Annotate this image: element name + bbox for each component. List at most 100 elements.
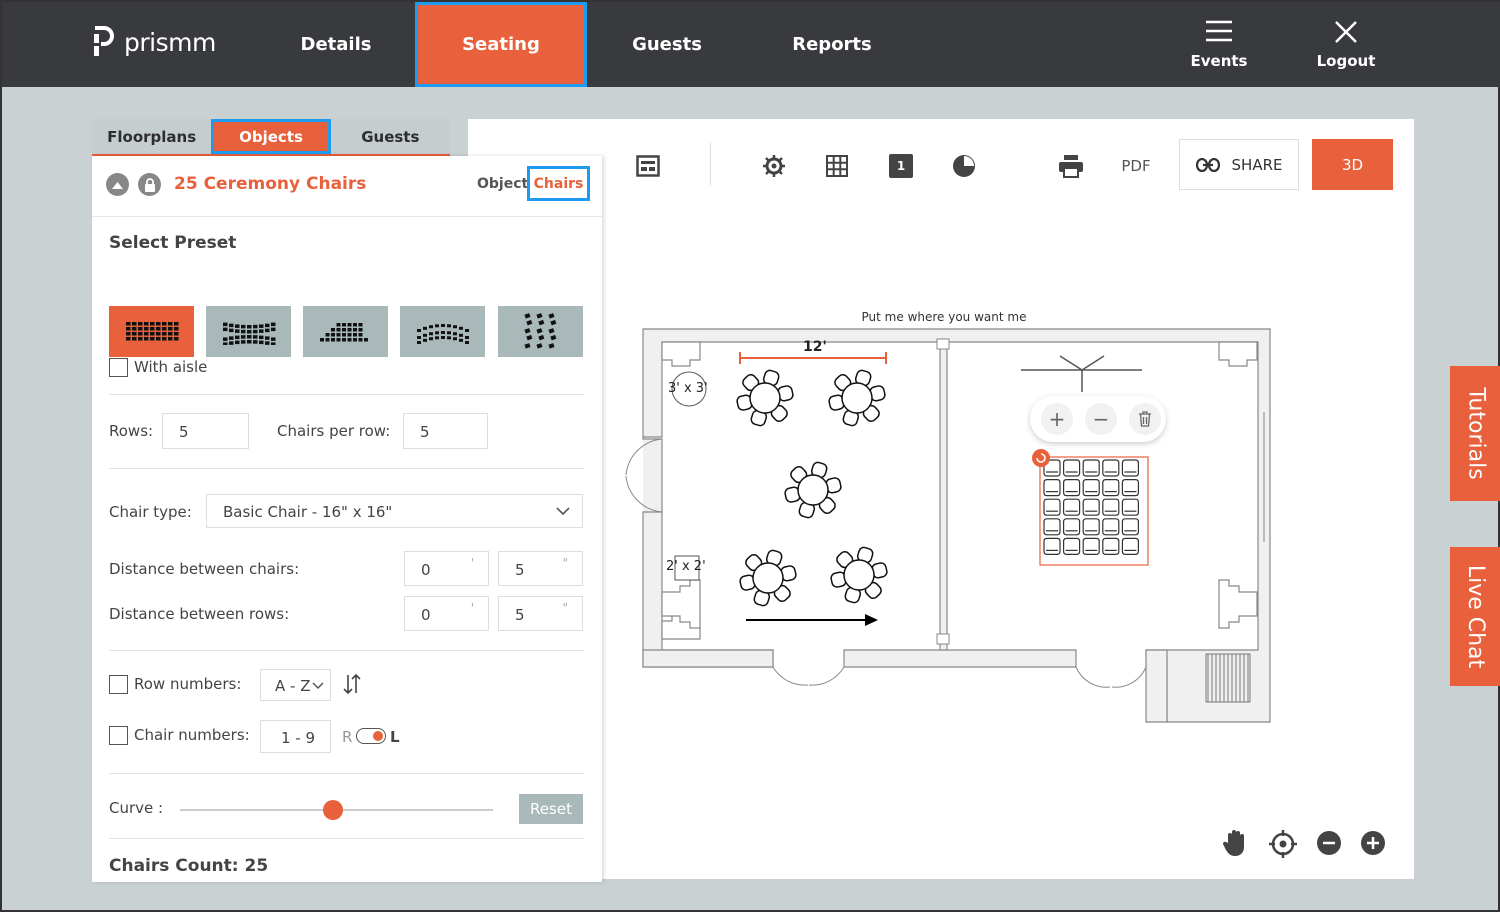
toggle-object[interactable]: Object xyxy=(477,176,528,192)
minus-button[interactable]: − xyxy=(1085,403,1117,435)
floorplan-canvas[interactable]: 1 PDF SHARE 3D Put me where you want me xyxy=(468,119,1414,879)
preset-curved-rows[interactable] xyxy=(206,306,291,357)
table-2x2-label: 2' x 2' xyxy=(666,559,706,574)
toggle-chairs[interactable]: Chairs xyxy=(527,166,590,201)
preset-straight-rows[interactable] xyxy=(109,306,194,357)
with-aisle-checkbox[interactable] xyxy=(109,358,128,377)
collapse-button[interactable] xyxy=(106,173,129,196)
distance-rows-inches-input[interactable]: 5 " xyxy=(498,596,583,631)
menu-icon xyxy=(1206,20,1232,42)
tab-objects[interactable]: Objects xyxy=(211,119,331,154)
nav-seating[interactable]: Seating xyxy=(415,2,587,87)
tab-floorplans[interactable]: Floorplans xyxy=(92,119,212,154)
crosshair-icon xyxy=(1269,830,1297,858)
table-3x3-label: 3' x 3' xyxy=(668,381,708,396)
row-numbers-checkbox[interactable] xyxy=(109,675,128,694)
preset-angled-rows[interactable] xyxy=(498,306,583,357)
live-chat-label: Live Chat xyxy=(1463,564,1489,669)
plus-button[interactable]: + xyxy=(1041,403,1073,435)
curved-rows-icon xyxy=(222,322,275,345)
app-logo[interactable]: prismm xyxy=(92,26,216,58)
close-icon xyxy=(1335,21,1357,43)
trash-icon xyxy=(1139,411,1151,427)
hand-icon xyxy=(1222,830,1244,856)
tutorials-tab[interactable]: Tutorials xyxy=(1450,366,1500,501)
distance-chairs-feet-value: 0 xyxy=(421,561,431,579)
divider xyxy=(109,838,584,839)
pan-button[interactable] xyxy=(1222,829,1250,857)
chair-type-label: Chair type: xyxy=(109,503,192,521)
distance-rows-inches-value: 5 xyxy=(515,606,525,624)
nav-guests[interactable]: Guests xyxy=(602,2,732,87)
curve-slider-thumb[interactable] xyxy=(323,800,344,820)
toggle-knob xyxy=(373,731,383,741)
tab-guests[interactable]: Guests xyxy=(330,119,450,154)
object-settings-card: 25 Ceremony Chairs Object Chairs Select … xyxy=(92,156,602,882)
rows-label: Rows: xyxy=(109,422,154,440)
chair-numbers-range[interactable]: 1 - 9 xyxy=(260,720,331,753)
distance-chairs-inches-value: 5 xyxy=(515,561,525,579)
chevron-up-icon xyxy=(112,181,123,189)
inch-unit-mark: " xyxy=(562,556,568,570)
tutorials-label: Tutorials xyxy=(1463,387,1489,480)
left-panel: Floorplans Objects Guests 25 Ceremony Ch… xyxy=(92,119,602,882)
select-preset-heading: Select Preset xyxy=(109,233,237,253)
zoom-out-button[interactable] xyxy=(1316,830,1342,856)
row-numbers-value: A - Z xyxy=(275,677,311,695)
logout-label: Logout xyxy=(1316,52,1376,70)
sort-order-button[interactable] xyxy=(342,673,362,697)
top-navigation-bar: prismm Details Seating Guests Reports Ev… xyxy=(2,2,1500,87)
chevron-down-icon xyxy=(312,682,324,690)
with-aisle-label: With aisle xyxy=(134,358,208,376)
arc-rows-icon xyxy=(416,323,469,344)
chair-type-value: Basic Chair - 16" x 16" xyxy=(223,503,393,521)
divider xyxy=(109,468,584,469)
lock-button[interactable] xyxy=(138,173,161,196)
distance-chairs-label: Distance between chairs: xyxy=(109,560,300,578)
zoom-in-button[interactable] xyxy=(1360,830,1386,856)
pyramid-rows-icon xyxy=(319,322,368,341)
logout-button[interactable]: Logout xyxy=(1312,20,1380,70)
object-controls: + − xyxy=(1030,396,1166,442)
distance-rows-feet-input[interactable]: 0 ' xyxy=(404,596,489,631)
events-button[interactable]: Events xyxy=(1187,20,1251,70)
direction-l-label: L xyxy=(390,728,400,746)
distance-chairs-feet-input[interactable]: 0 ' xyxy=(404,551,489,586)
lock-icon xyxy=(144,177,155,192)
events-label: Events xyxy=(1190,52,1248,70)
preset-pyramid-rows[interactable] xyxy=(303,306,388,357)
divider xyxy=(109,650,584,651)
dimension-label: 12' xyxy=(803,339,827,355)
object-title: 25 Ceremony Chairs xyxy=(174,174,367,194)
distance-rows-label: Distance between rows: xyxy=(109,605,290,623)
row-numbers-label: Row numbers: xyxy=(134,675,242,693)
floorplan-drawing xyxy=(625,328,1271,723)
chairs-per-row-label: Chairs per row: xyxy=(277,422,391,440)
recenter-button[interactable] xyxy=(1268,829,1298,859)
chair-numbers-checkbox[interactable] xyxy=(109,726,128,745)
chairs-count: Chairs Count: 25 xyxy=(109,856,269,876)
curve-label: Curve : xyxy=(109,799,164,817)
feet-unit-mark: ' xyxy=(470,601,474,615)
direction-r-label: R xyxy=(342,728,353,746)
header-divider xyxy=(92,216,602,217)
chair-type-select[interactable]: Basic Chair - 16" x 16" xyxy=(206,494,583,528)
live-chat-tab[interactable]: Live Chat xyxy=(1450,547,1500,686)
preset-arc-rows[interactable] xyxy=(400,306,485,357)
app-name: prismm xyxy=(124,27,216,57)
distance-chairs-inches-input[interactable]: 5 " xyxy=(498,551,583,586)
divider xyxy=(109,773,584,774)
sort-arrows-icon xyxy=(343,673,361,695)
panel-tabs: Floorplans Objects Guests xyxy=(92,119,450,156)
direction-toggle[interactable] xyxy=(356,728,386,744)
angled-rows-icon xyxy=(523,312,556,349)
minus-icon: − xyxy=(1092,407,1110,431)
chairs-per-row-input[interactable]: 5 xyxy=(403,413,488,449)
inch-unit-mark: " xyxy=(562,601,568,615)
nav-reports[interactable]: Reports xyxy=(762,2,902,87)
reset-button[interactable]: Reset xyxy=(519,794,583,824)
row-numbers-select[interactable]: A - Z xyxy=(260,669,331,701)
rows-input[interactable]: 5 xyxy=(162,413,249,449)
nav-details[interactable]: Details xyxy=(272,2,400,87)
delete-button[interactable] xyxy=(1129,403,1161,435)
